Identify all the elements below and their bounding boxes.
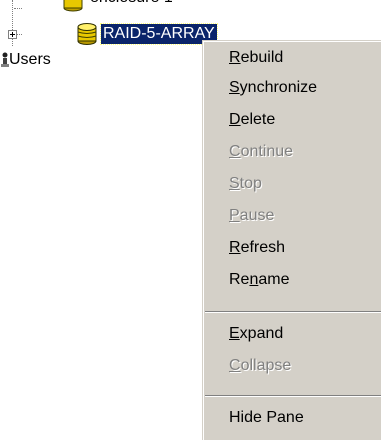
menu-separator	[205, 395, 381, 397]
tree-node-users[interactable]: Users	[7, 50, 53, 70]
tree-node-label: enclosure 1	[88, 0, 175, 8]
expand-toggle[interactable]	[8, 30, 17, 39]
menu-item-refresh[interactable]: Refresh	[229, 235, 285, 261]
menu-item-continue[interactable]: Continue	[229, 139, 293, 165]
disk-array-icon	[63, 0, 83, 12]
context-menu: Rebuild Synchronize Delete Continue Stop…	[202, 40, 381, 440]
menu-item-expand[interactable]: Expand	[229, 321, 283, 347]
menu-item-hide-pane[interactable]: Hide Pane	[229, 405, 304, 431]
tree-node-enclosure[interactable]: enclosure 1	[0, 0, 200, 12]
tree-node-raid-5-array[interactable]: RAID-5-ARRAY	[100, 23, 218, 45]
menu-item-rename[interactable]: Rename	[229, 267, 289, 293]
menu-item-delete[interactable]: Delete	[229, 107, 275, 133]
menu-separator	[205, 311, 381, 313]
tree-connector	[17, 34, 22, 35]
menu-item-stop[interactable]: Stop	[229, 171, 262, 197]
disk-array-icon	[77, 23, 97, 45]
menu-item-rebuild[interactable]: Rebuild	[229, 45, 283, 71]
menu-item-collapse[interactable]: Collapse	[229, 353, 291, 379]
menu-item-synchronize[interactable]: Synchronize	[229, 75, 317, 101]
menu-item-pause[interactable]: Pause	[229, 203, 274, 229]
